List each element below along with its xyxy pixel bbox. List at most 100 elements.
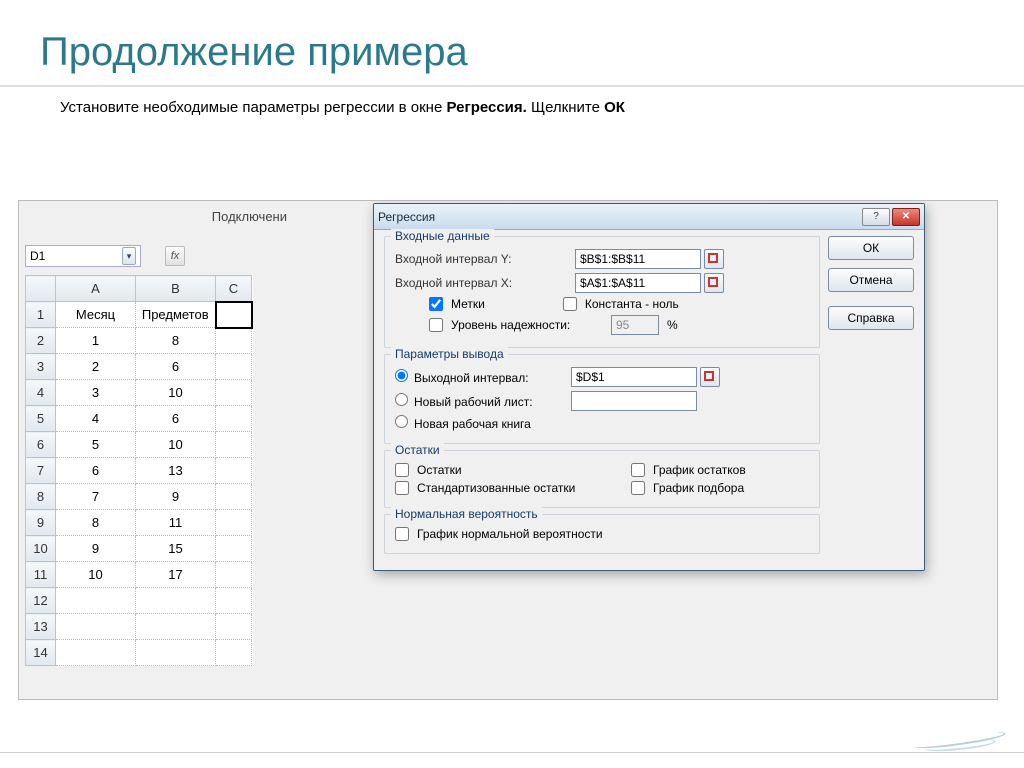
output-range-radio[interactable] <box>395 369 408 382</box>
col-header-b[interactable]: B <box>136 276 216 302</box>
col-header-c[interactable]: C <box>216 276 252 302</box>
new-book-radio[interactable] <box>395 415 408 428</box>
output-range-label: Выходной интервал: <box>414 371 529 385</box>
cell[interactable] <box>136 640 216 666</box>
row-header[interactable]: 9 <box>26 510 56 536</box>
cell[interactable] <box>216 562 252 588</box>
cancel-button[interactable]: Отмена <box>828 268 914 292</box>
row-header[interactable]: 13 <box>26 614 56 640</box>
row-header[interactable]: 12 <box>26 588 56 614</box>
cell[interactable]: 2 <box>56 354 136 380</box>
footer-divider <box>0 752 1024 753</box>
const-zero-checkbox[interactable] <box>563 297 577 311</box>
cell[interactable] <box>216 380 252 406</box>
cell[interactable] <box>216 432 252 458</box>
normal-prob-checkbox[interactable] <box>395 527 409 541</box>
row-header[interactable]: 10 <box>26 536 56 562</box>
name-box-dropdown-icon[interactable]: ▾ <box>122 247 136 265</box>
row-header[interactable]: 1 <box>26 302 56 328</box>
insert-function-button[interactable]: fx <box>165 246 185 266</box>
row-header[interactable]: 4 <box>26 380 56 406</box>
input-x-field[interactable] <box>575 273 701 293</box>
fit-plot-checkbox[interactable] <box>631 481 645 495</box>
labels-checkbox[interactable] <box>429 297 443 311</box>
help-icon[interactable]: ? <box>862 208 890 226</box>
cell[interactable]: 10 <box>56 562 136 588</box>
cell[interactable] <box>216 354 252 380</box>
cell[interactable] <box>136 614 216 640</box>
std-residuals-label: Стандартизованные остатки <box>417 481 627 495</box>
cell[interactable]: 10 <box>136 380 216 406</box>
cell[interactable]: Месяц <box>56 302 136 328</box>
cell[interactable] <box>136 588 216 614</box>
output-range-field[interactable] <box>571 367 697 387</box>
cell[interactable]: 7 <box>56 484 136 510</box>
row-header[interactable]: 3 <box>26 354 56 380</box>
ok-button[interactable]: ОК <box>828 236 914 260</box>
select-all-cell[interactable] <box>26 276 56 302</box>
row-header[interactable]: 6 <box>26 432 56 458</box>
cell[interactable]: 5 <box>56 432 136 458</box>
output-params-group-title: Параметры вывода <box>391 347 508 361</box>
cell[interactable] <box>56 614 136 640</box>
row-header[interactable]: 7 <box>26 458 56 484</box>
range-select-x-icon[interactable] <box>704 273 724 293</box>
new-sheet-radio[interactable] <box>395 393 408 406</box>
row-header[interactable]: 14 <box>26 640 56 666</box>
output-params-group: Параметры вывода Выходной интервал: Новы… <box>384 354 820 444</box>
row-header[interactable]: 8 <box>26 484 56 510</box>
cell[interactable] <box>216 484 252 510</box>
cell[interactable]: 15 <box>136 536 216 562</box>
residuals-checkbox[interactable] <box>395 463 409 477</box>
cell[interactable]: 4 <box>56 406 136 432</box>
cell[interactable] <box>216 588 252 614</box>
col-header-a[interactable]: A <box>56 276 136 302</box>
cell[interactable]: 1 <box>56 328 136 354</box>
std-residuals-checkbox[interactable] <box>395 481 409 495</box>
cell[interactable]: 3 <box>56 380 136 406</box>
cell[interactable]: 11 <box>136 510 216 536</box>
cell[interactable] <box>216 614 252 640</box>
cell[interactable]: 6 <box>136 354 216 380</box>
range-select-out-icon[interactable] <box>700 367 720 387</box>
cell[interactable]: 8 <box>136 328 216 354</box>
row-header[interactable]: 2 <box>26 328 56 354</box>
cell[interactable] <box>56 588 136 614</box>
close-icon[interactable]: ✕ <box>892 208 920 226</box>
regression-dialog: Регрессия ? ✕ Входные данные Входной инт… <box>373 203 925 571</box>
residuals-group-title: Остатки <box>391 443 444 457</box>
cell[interactable] <box>216 510 252 536</box>
cell[interactable]: 13 <box>136 458 216 484</box>
cell[interactable]: Предметов <box>136 302 216 328</box>
confidence-checkbox[interactable] <box>429 318 443 332</box>
dialog-titlebar[interactable]: Регрессия ? ✕ <box>374 204 924 230</box>
row-header[interactable]: 5 <box>26 406 56 432</box>
cell[interactable] <box>56 640 136 666</box>
input-x-label: Входной интервал X: <box>395 276 575 290</box>
input-data-group-title: Входные данные <box>391 229 494 243</box>
cell[interactable] <box>216 328 252 354</box>
cell[interactable]: 9 <box>56 536 136 562</box>
residuals-plot-checkbox[interactable] <box>631 463 645 477</box>
cell[interactable] <box>216 458 252 484</box>
cell[interactable] <box>216 640 252 666</box>
input-y-field[interactable] <box>575 249 701 269</box>
cell[interactable]: 10 <box>136 432 216 458</box>
range-select-y-icon[interactable] <box>704 249 724 269</box>
const-zero-label: Константа - ноль <box>585 297 679 311</box>
new-sheet-field[interactable] <box>571 391 697 411</box>
cell[interactable]: 9 <box>136 484 216 510</box>
name-box[interactable]: D1 ▾ <box>25 245 141 267</box>
cell[interactable] <box>216 302 252 328</box>
help-button[interactable]: Справка <box>828 306 914 330</box>
cell[interactable]: 8 <box>56 510 136 536</box>
percent-label: % <box>667 318 678 332</box>
cell[interactable] <box>216 406 252 432</box>
row-header[interactable]: 11 <box>26 562 56 588</box>
cell[interactable]: 6 <box>56 458 136 484</box>
excel-area: Подключени D1 ▾ fx A B C 1МесяцПредметов… <box>18 200 998 700</box>
spreadsheet-grid[interactable]: A B C 1МесяцПредметов2183264310546651076… <box>25 275 253 666</box>
cell[interactable]: 17 <box>136 562 216 588</box>
cell[interactable] <box>216 536 252 562</box>
cell[interactable]: 6 <box>136 406 216 432</box>
